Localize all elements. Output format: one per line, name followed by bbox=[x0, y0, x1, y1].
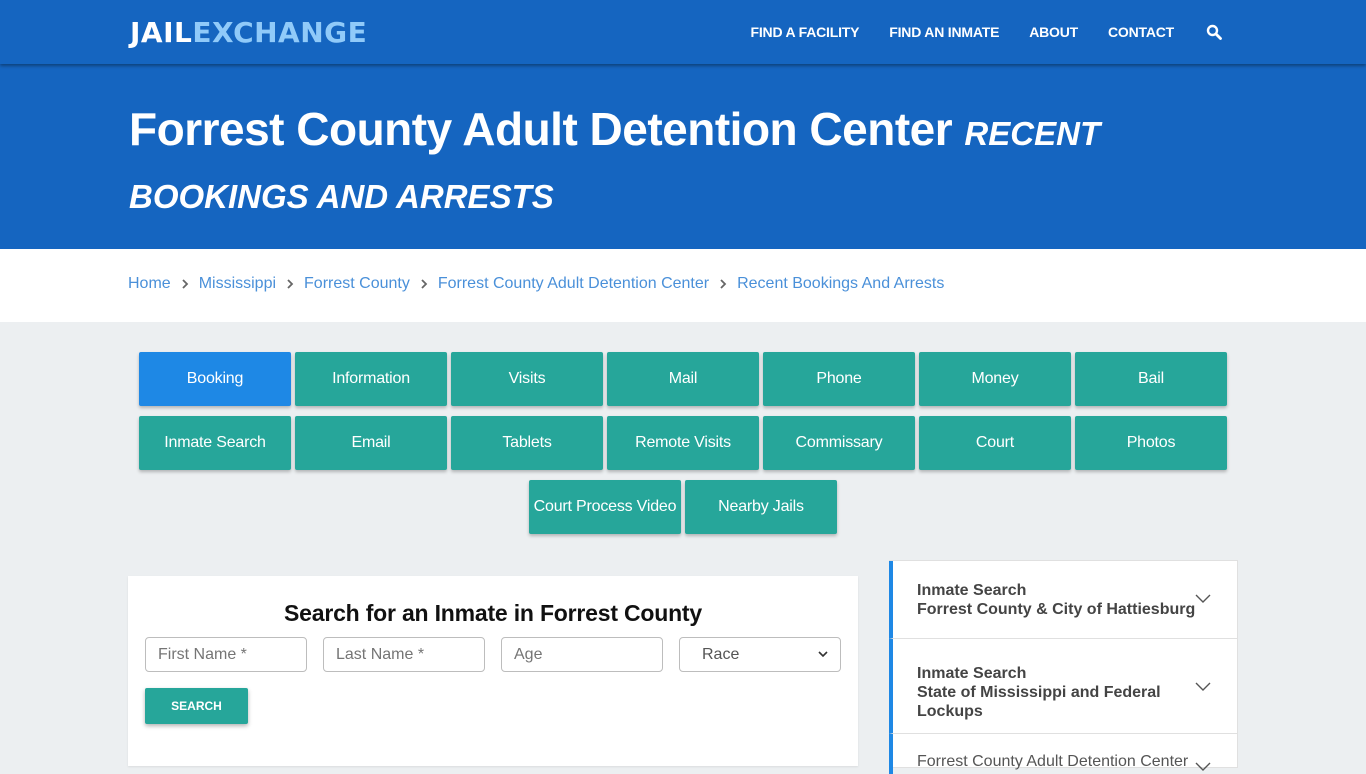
tile-nearby-jails[interactable]: Nearby Jails bbox=[685, 480, 837, 534]
chevron-down-icon bbox=[1195, 594, 1211, 603]
page-title: Forrest County Adult Detention Center Re… bbox=[129, 100, 1109, 226]
breadcrumb-county[interactable]: Forrest County bbox=[304, 275, 410, 293]
inmate-search-card: Search for an Inmate in Forrest County R… bbox=[128, 576, 858, 766]
tile-mail[interactable]: Mail bbox=[607, 352, 759, 406]
nav-find-inmate[interactable]: FIND AN INMATE bbox=[889, 24, 999, 40]
breadcrumb-facility[interactable]: Forrest County Adult Detention Center bbox=[438, 275, 709, 293]
chevron-right-icon bbox=[182, 279, 188, 289]
breadcrumb-home[interactable]: Home bbox=[128, 275, 171, 293]
chevron-right-icon bbox=[720, 279, 727, 289]
search-icon[interactable] bbox=[1206, 24, 1222, 40]
tile-booking[interactable]: Booking bbox=[139, 352, 291, 406]
facility-nav-tiles: Booking Information Visits Mail Phone Mo… bbox=[137, 352, 1229, 544]
nav-links: FIND A FACILITY FIND AN INMATE ABOUT CON… bbox=[721, 0, 1222, 64]
logo-exchange-text: EXCHANGE bbox=[192, 16, 368, 49]
page-title-main: Forrest County Adult Detention Center bbox=[129, 103, 953, 155]
nav-find-facility[interactable]: FIND A FACILITY bbox=[751, 24, 860, 40]
last-name-input[interactable] bbox=[323, 637, 485, 672]
sidebar-accordion: Inmate Search Forrest County & City of H… bbox=[889, 560, 1238, 774]
tile-photos[interactable]: Photos bbox=[1075, 416, 1227, 470]
tile-tablets[interactable]: Tablets bbox=[451, 416, 603, 470]
tile-row-1: Booking Information Visits Mail Phone Mo… bbox=[137, 352, 1229, 406]
tile-row-2: Inmate Search Email Tablets Remote Visit… bbox=[137, 416, 1229, 470]
breadcrumb-current[interactable]: Recent Bookings And Arrests bbox=[737, 275, 944, 293]
tile-bail[interactable]: Bail bbox=[1075, 352, 1227, 406]
nav-contact[interactable]: CONTACT bbox=[1108, 24, 1174, 40]
chevron-down-icon bbox=[818, 651, 828, 658]
hero-banner: Forrest County Adult Detention Center Re… bbox=[0, 64, 1366, 249]
search-card-title: Search for an Inmate in Forrest County bbox=[284, 600, 702, 626]
accordion-item-title: Forrest County Adult Detention Center bbox=[917, 753, 1189, 770]
logo-jail-text: JAIL bbox=[130, 16, 193, 49]
age-input[interactable] bbox=[501, 637, 663, 672]
site-logo[interactable]: JAILEXCHANGE bbox=[130, 16, 367, 49]
chevron-right-icon bbox=[287, 279, 294, 289]
tile-row-3: Court Process Video Nearby Jails bbox=[137, 480, 1229, 534]
tile-court[interactable]: Court bbox=[919, 416, 1071, 470]
tile-inmate-search[interactable]: Inmate Search bbox=[139, 416, 291, 470]
accordion-county-search[interactable]: Inmate Search Forrest County & City of H… bbox=[889, 561, 1237, 639]
tile-court-process-video[interactable]: Court Process Video bbox=[529, 480, 681, 534]
tile-money[interactable]: Money bbox=[919, 352, 1071, 406]
tile-commissary[interactable]: Commissary bbox=[763, 416, 915, 470]
accordion-state-federal-search[interactable]: Inmate Search State of Mississippi and F… bbox=[889, 639, 1237, 734]
race-select[interactable]: Race bbox=[679, 637, 841, 672]
chevron-right-icon bbox=[421, 279, 428, 289]
race-select-value: Race bbox=[702, 645, 740, 663]
search-button[interactable]: SEARCH bbox=[145, 688, 248, 724]
breadcrumb: Home Mississippi Forrest County Forrest … bbox=[128, 275, 944, 293]
breadcrumb-bar: Home Mississippi Forrest County Forrest … bbox=[0, 249, 1366, 322]
accordion-item-title: Inmate Search bbox=[917, 665, 1027, 682]
accordion-item-subtitle: Forrest County & City of Hattiesburg bbox=[917, 601, 1196, 618]
tile-phone[interactable]: Phone bbox=[763, 352, 915, 406]
nav-about[interactable]: ABOUT bbox=[1029, 24, 1078, 40]
breadcrumb-state[interactable]: Mississippi bbox=[199, 275, 276, 293]
accordion-item-title: Inmate Search bbox=[917, 582, 1027, 599]
accordion-item-subtitle: State of Mississippi and Federal Lockups bbox=[917, 684, 1161, 720]
tile-visits[interactable]: Visits bbox=[451, 352, 603, 406]
first-name-input[interactable] bbox=[145, 637, 307, 672]
tile-remote-visits[interactable]: Remote Visits bbox=[607, 416, 759, 470]
accordion-facility[interactable]: Forrest County Adult Detention Center bbox=[889, 734, 1237, 774]
chevron-down-icon bbox=[1195, 762, 1211, 771]
tile-information[interactable]: Information bbox=[295, 352, 447, 406]
tile-email[interactable]: Email bbox=[295, 416, 447, 470]
top-navbar: JAILEXCHANGE FIND A FACILITY FIND AN INM… bbox=[0, 0, 1366, 64]
chevron-down-icon bbox=[1195, 682, 1211, 691]
